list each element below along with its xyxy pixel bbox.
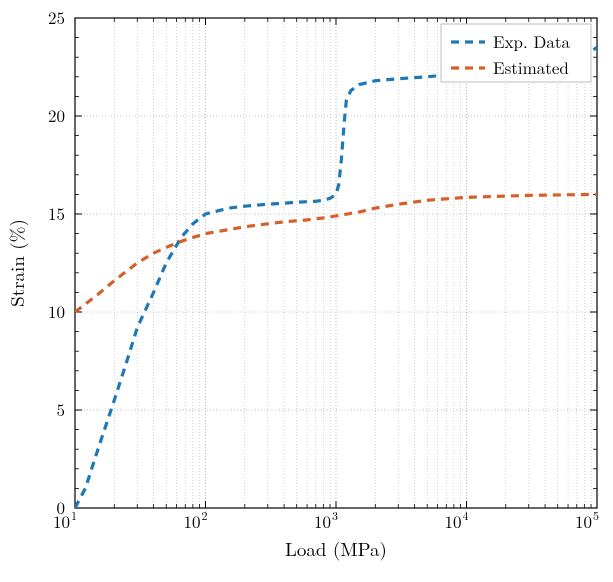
chart-bg (0, 0, 613, 582)
strain-load-chart: 1011021031041050510152025Load (MPa)Strai… (0, 0, 613, 582)
y-axis-label: Strain (%) (3, 219, 30, 307)
svg-text:2: 2 (202, 507, 208, 524)
y-tick-label: 0 (57, 495, 66, 519)
svg-text:10: 10 (575, 509, 592, 533)
svg-text:10: 10 (314, 509, 331, 533)
legend: Exp. DataEstimated (441, 24, 591, 82)
y-tick-label: 20 (48, 103, 65, 127)
svg-text:10: 10 (184, 509, 201, 533)
y-tick-label: 25 (48, 5, 65, 29)
svg-text:10: 10 (445, 509, 462, 533)
y-tick-label: 10 (48, 299, 65, 323)
x-axis-label: Load (MPa) (285, 535, 387, 562)
y-tick-label: 15 (48, 201, 65, 225)
svg-text:3: 3 (332, 507, 338, 524)
svg-text:4: 4 (463, 507, 469, 524)
legend-label: Estimated (493, 55, 569, 79)
y-tick-label: 5 (57, 397, 66, 421)
svg-text:5: 5 (593, 507, 599, 524)
svg-text:1: 1 (71, 507, 77, 524)
legend-label: Exp. Data (493, 29, 570, 53)
